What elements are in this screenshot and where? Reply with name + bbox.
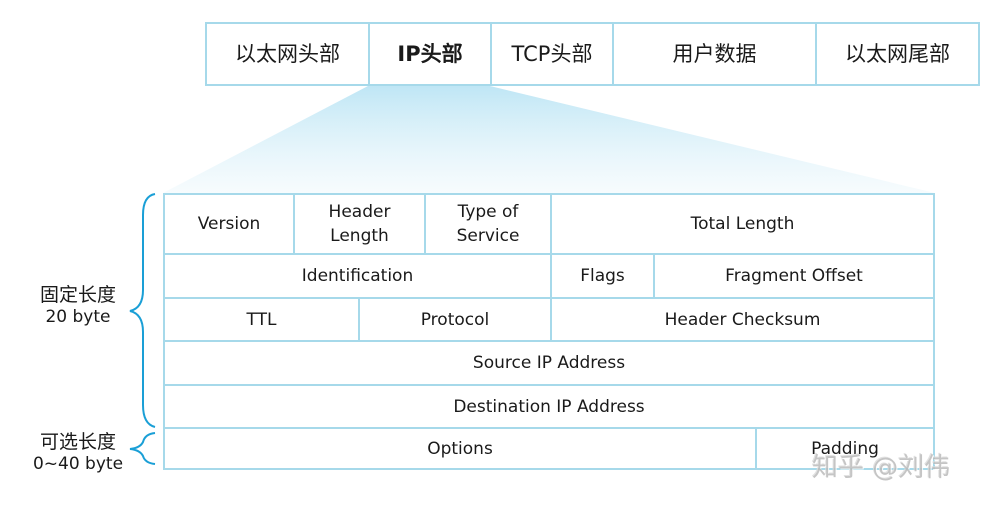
- field-protocol: Protocol: [358, 297, 552, 342]
- fixed-length-label: 固定长度 20 byte: [23, 284, 133, 328]
- field-fragment-offset: Fragment Offset: [653, 253, 935, 299]
- field-source-ip: Source IP Address: [163, 340, 935, 386]
- field-header-length: Header Length: [293, 193, 426, 255]
- frame-user-data: 用户数据: [612, 22, 817, 86]
- field-identification: Identification: [163, 253, 552, 299]
- field-destination-ip: Destination IP Address: [163, 384, 935, 429]
- field-header-checksum: Header Checksum: [550, 297, 935, 342]
- frame-ethernet-trailer: 以太网尾部: [815, 22, 980, 86]
- frame-ip-header: IP头部: [368, 22, 492, 86]
- ip-header-diagram: 以太网头部 IP头部 TCP头部 用户数据 以太网尾部 Version Head…: [0, 0, 995, 506]
- field-flags: Flags: [550, 253, 655, 299]
- frame-ethernet-header: 以太网头部: [205, 22, 370, 86]
- field-ttl: TTL: [163, 297, 360, 342]
- field-type-of-service: Type of Service: [424, 193, 552, 255]
- frame-tcp-header: TCP头部: [490, 22, 614, 86]
- field-total-length: Total Length: [550, 193, 935, 255]
- optional-length-brace: [129, 432, 156, 465]
- fixed-length-title: 固定长度: [39, 284, 116, 306]
- optional-length-size: 0~40 byte: [32, 454, 124, 474]
- watermark: 知乎 @刘伟: [812, 453, 951, 483]
- expansion-trapezoid: [163, 86, 935, 193]
- fixed-length-size: 20 byte: [45, 307, 111, 327]
- optional-length-title: 可选长度: [39, 431, 116, 453]
- fixed-length-brace: [129, 193, 156, 428]
- field-version: Version: [163, 193, 295, 255]
- field-options: Options: [163, 427, 757, 470]
- optional-length-label: 可选长度 0~40 byte: [23, 431, 133, 475]
